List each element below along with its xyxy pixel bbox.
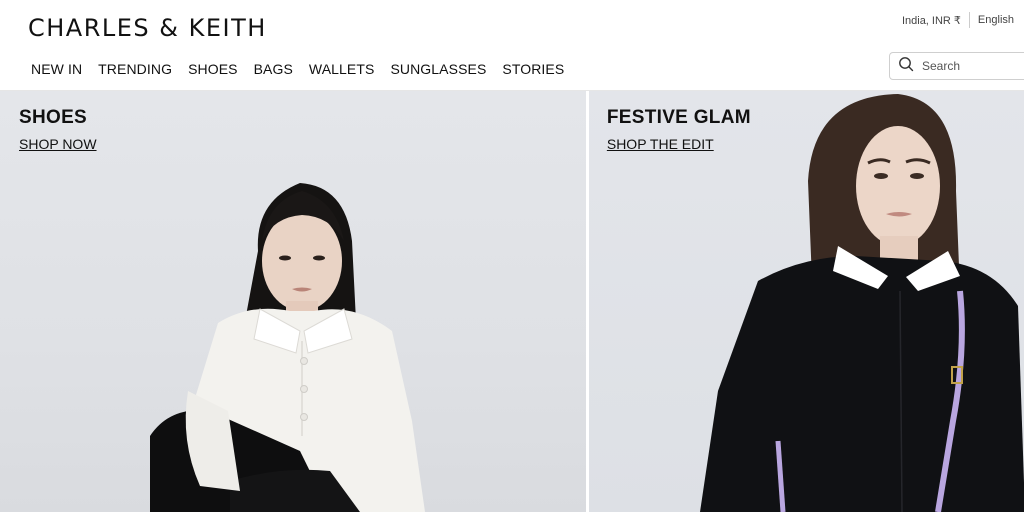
search-icon[interactable] — [898, 56, 914, 77]
main-nav: NEW IN TRENDING SHOES BAGS WALLETS SUNGL… — [31, 61, 580, 77]
nav-item-sunglasses[interactable]: SUNGLASSES — [390, 61, 486, 77]
site-header: CHARLES & KEITH NEW IN TRENDING SHOES BA… — [0, 0, 1024, 91]
nav-item-shoes[interactable]: SHOES — [188, 61, 238, 77]
banner-festive-glam[interactable]: FESTIVE GLAM SHOP THE EDIT — [587, 91, 1024, 512]
nav-item-new-in[interactable]: NEW IN — [31, 61, 82, 77]
search-input[interactable] — [922, 59, 1012, 73]
banner-shoes[interactable]: SHOES SHOP NOW — [0, 91, 586, 512]
banner-image-shoes — [150, 183, 425, 512]
banner-divider — [587, 91, 589, 512]
utility-bar: India, INR ₹ English — [902, 12, 1014, 28]
banner-title-festive-glam: FESTIVE GLAM — [606, 107, 751, 128]
nav-item-stories[interactable]: STORIES — [502, 61, 564, 77]
utility-divider — [968, 12, 970, 28]
page: CHARLES & KEITH NEW IN TRENDING SHOES BA… — [0, 0, 1024, 512]
language-selector[interactable]: English — [978, 14, 1014, 26]
hero-banners: SHOES SHOP NOW FESTIVE GLAM SHOP THE EDI… — [0, 91, 1024, 512]
shop-the-edit-link[interactable]: SHOP THE EDIT — [607, 136, 714, 152]
region-selector[interactable]: India, INR ₹ — [902, 14, 961, 27]
nav-item-trending[interactable]: TRENDING — [98, 61, 172, 77]
search-box[interactable] — [889, 52, 1024, 80]
banner-title-shoes: SHOES — [19, 107, 88, 128]
shop-now-link[interactable]: SHOP NOW — [19, 136, 97, 152]
brand-logo[interactable]: CHARLES & KEITH — [28, 14, 267, 42]
banner-image-festive-glam — [699, 94, 1024, 512]
nav-item-bags[interactable]: BAGS — [254, 61, 293, 77]
nav-item-wallets[interactable]: WALLETS — [309, 61, 375, 77]
